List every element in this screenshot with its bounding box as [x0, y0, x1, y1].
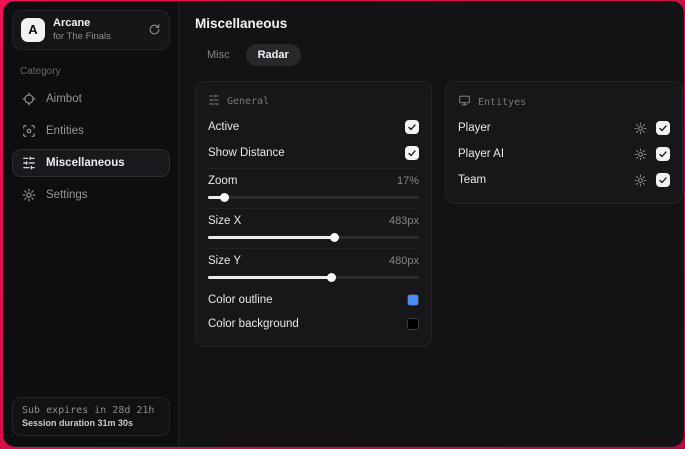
checkmark-icon: [408, 150, 416, 157]
slider-row-size-x: Size X 483px: [208, 215, 419, 227]
sidebar-item-miscellaneous[interactable]: Miscellaneous: [12, 148, 170, 177]
size-y-slider[interactable]: [208, 273, 419, 282]
entities-panel: Entityes Player Player AI Team: [445, 81, 683, 204]
player-ai-checkbox[interactable]: [656, 147, 670, 161]
sidebar-item-aimbot[interactable]: Aimbot: [12, 85, 170, 113]
app-title: Arcane: [53, 17, 91, 29]
category-label: Category: [20, 65, 61, 77]
zoom-slider[interactable]: [208, 193, 419, 202]
gear-icon[interactable]: [634, 174, 647, 187]
sidebar-item-label: Settings: [46, 188, 88, 201]
active-checkbox[interactable]: [405, 120, 419, 134]
avatar: A: [21, 17, 45, 42]
crosshair-icon: [22, 92, 36, 106]
slider-thumb[interactable]: [327, 273, 337, 282]
entity-row-team: Team: [458, 167, 670, 193]
slider-row-size-y: Size Y 480px: [208, 255, 419, 267]
sidebar-item-label: Miscellaneous: [46, 156, 125, 169]
size-x-slider[interactable]: [208, 233, 419, 242]
session-duration-text: Session duration 31m 30s: [22, 418, 134, 428]
sliders-icon: [208, 94, 220, 109]
toggle-row-show-distance: Show Distance: [208, 140, 419, 166]
checkmark-icon: [408, 124, 416, 131]
tab-bar: Misc Radar: [195, 44, 683, 66]
color-row-background: Color background: [208, 312, 419, 336]
sidebar: A Arcane for The Finals Category Aimbot …: [4, 2, 178, 446]
checkmark-icon: [659, 125, 667, 132]
size-y-value: 480px: [389, 255, 419, 267]
sidebar-nav: Aimbot Entities Miscellaneous Settings: [12, 85, 170, 209]
slider-row-zoom: Zoom 17%: [208, 175, 419, 187]
scan-icon: [22, 124, 36, 138]
panel-title: General: [227, 96, 270, 107]
slider-thumb[interactable]: [329, 233, 339, 242]
main-content: Miscellaneous Misc Radar General Active …: [178, 2, 683, 446]
monitor-icon: [458, 94, 471, 110]
gear-icon[interactable]: [634, 148, 647, 161]
desktop-background: A Arcane for The Finals Category Aimbot …: [0, 0, 685, 449]
subscription-card: Sub expires in 28d 21h Session duration …: [12, 397, 170, 436]
color-row-outline: Color outline: [208, 288, 419, 312]
show-distance-checkbox[interactable]: [405, 146, 419, 160]
sidebar-item-settings[interactable]: Settings: [12, 181, 170, 209]
checkmark-icon: [659, 151, 667, 158]
checkmark-icon: [659, 177, 667, 184]
gear-icon[interactable]: [634, 122, 647, 135]
page-title: Miscellaneous: [195, 16, 288, 31]
toggle-row-active: Active: [208, 114, 419, 140]
sub-expiry-text: Sub expires in 28d 21h: [22, 405, 155, 416]
sliders-icon: [22, 156, 36, 170]
team-checkbox[interactable]: [656, 173, 670, 187]
gear-icon: [22, 188, 36, 202]
sidebar-item-entities[interactable]: Entities: [12, 117, 170, 145]
entity-row-player: Player: [458, 115, 670, 141]
general-panel: General Active Show Distance Zoom 17% Si…: [195, 81, 432, 347]
sidebar-item-label: Aimbot: [46, 92, 82, 105]
app-window: A Arcane for The Finals Category Aimbot …: [3, 1, 684, 447]
slider-thumb[interactable]: [219, 193, 229, 202]
size-x-value: 483px: [389, 215, 419, 227]
account-card[interactable]: A Arcane for The Finals: [12, 10, 170, 50]
color-outline-swatch[interactable]: [407, 294, 419, 306]
entity-row-player-ai: Player AI: [458, 141, 670, 167]
tab-radar[interactable]: Radar: [245, 44, 301, 66]
zoom-value: 17%: [396, 175, 419, 187]
sidebar-item-label: Entities: [46, 124, 84, 137]
refresh-icon[interactable]: [148, 23, 161, 36]
tab-misc[interactable]: Misc: [195, 44, 242, 66]
panel-title: Entityes: [478, 96, 527, 108]
player-checkbox[interactable]: [656, 121, 670, 135]
color-background-swatch[interactable]: [407, 318, 419, 330]
app-subtitle: for The Finals: [53, 30, 111, 42]
